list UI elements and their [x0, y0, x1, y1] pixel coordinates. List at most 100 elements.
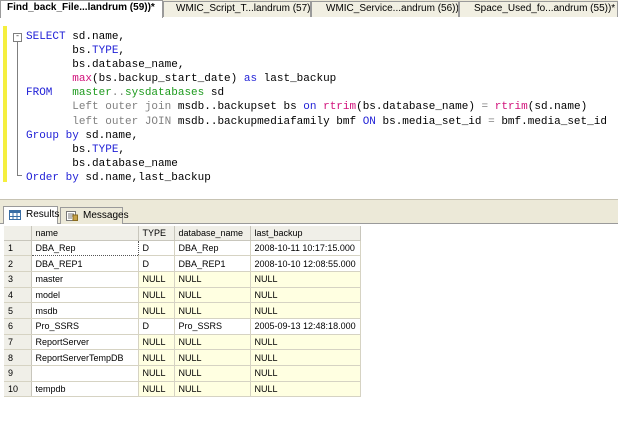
table-row[interactable]: 2 DBA_REP1 D DBA_REP1 2008-10-10 12:08:5…	[4, 255, 361, 272]
cell-type[interactable]: D	[138, 240, 175, 257]
tab-messages[interactable]: Messages	[60, 207, 129, 224]
cell-last-backup[interactable]: 2008-10-11 10:17:15.000	[250, 240, 361, 257]
cell-type[interactable]: D	[138, 318, 175, 335]
results-grid-area[interactable]: name TYPE database_name last_backup 1 DB…	[0, 224, 618, 426]
sql-keyword: as	[243, 73, 258, 86]
sql-function: rtrim	[323, 101, 357, 114]
cell-last-backup[interactable]: NULL	[250, 365, 361, 382]
query-editor[interactable]: - SELECT sd.name, bs.TYPE, bs.database_n…	[0, 18, 618, 199]
sql-keyword: TYPE	[92, 143, 119, 156]
sql-text: (bs.database_name)	[356, 101, 482, 114]
cell-type[interactable]: NULL	[138, 381, 175, 398]
collapse-icon[interactable]: -	[13, 33, 22, 42]
cell-database-name[interactable]: NULL	[174, 302, 251, 319]
column-header-last-backup[interactable]: last_backup	[250, 226, 361, 241]
sql-text: last_backup	[257, 73, 337, 86]
cell-name[interactable]: model	[31, 287, 139, 304]
cell-type[interactable]: NULL	[138, 271, 175, 288]
cell-last-backup[interactable]: NULL	[250, 302, 361, 319]
cell-last-backup[interactable]: NULL	[250, 271, 361, 288]
table-row[interactable]: 1 DBA_Rep D DBA_Rep 2008-10-11 10:17:15.…	[4, 239, 361, 257]
row-number[interactable]: 7	[4, 334, 32, 351]
row-number[interactable]: 2	[4, 255, 32, 272]
cell-name[interactable]	[31, 365, 139, 382]
sql-indent	[26, 116, 72, 128]
cell-database-name[interactable]: NULL	[174, 381, 251, 398]
code-line-8: Group by sd.name,	[26, 129, 607, 143]
cell-name[interactable]: DBA_Rep	[30, 239, 139, 257]
cell-type[interactable]: NULL	[138, 334, 175, 351]
row-number[interactable]: 4	[4, 287, 32, 304]
sql-text: bs.database_name	[26, 157, 178, 170]
sql-text: bmf.media_set_id	[494, 115, 607, 128]
cell-type[interactable]: NULL	[138, 302, 175, 319]
tab-find-back-file[interactable]: Find_back_File...landrum (59))*	[0, 0, 163, 18]
results-tab-bar: Results Messages	[0, 205, 618, 225]
cell-name[interactable]: master	[31, 271, 139, 288]
cell-last-backup[interactable]: 2005-09-13 12:48:18.000	[250, 318, 361, 335]
sql-system-object: master	[72, 87, 112, 100]
tab-space-used[interactable]: Space_Used_fo...andrum (55))*	[459, 1, 618, 17]
cell-last-backup[interactable]: NULL	[250, 287, 361, 304]
cell-type[interactable]: NULL	[138, 349, 175, 366]
table-row[interactable]: 7 ReportServer NULL NULL NULL	[4, 334, 361, 351]
cell-type[interactable]: NULL	[138, 365, 175, 382]
cell-database-name[interactable]: NULL	[174, 349, 251, 366]
tab-messages-label: Messages	[83, 210, 129, 221]
cell-last-backup[interactable]: 2008-10-10 12:08:55.000	[250, 255, 361, 272]
cell-database-name[interactable]: DBA_Rep	[174, 240, 251, 257]
code-line-10: bs.database_name	[26, 157, 607, 171]
row-number[interactable]: 8	[4, 349, 32, 366]
row-number[interactable]: 6	[4, 318, 32, 335]
cell-type[interactable]: NULL	[138, 287, 175, 304]
table-row[interactable]: 3 master NULL NULL NULL	[4, 271, 361, 288]
results-grid[interactable]: name TYPE database_name last_backup 1 DB…	[4, 226, 361, 398]
sql-keyword: TYPE	[92, 45, 119, 58]
sql-indent	[26, 101, 72, 113]
row-number[interactable]: 5	[4, 302, 32, 319]
row-number[interactable]: 3	[4, 271, 32, 288]
tab-results[interactable]: Results	[3, 206, 59, 225]
column-header-database-name[interactable]: database_name	[174, 226, 251, 241]
sql-keyword: Group by	[26, 129, 79, 142]
sql-code[interactable]: SELECT sd.name, bs.TYPE, bs.database_nam…	[26, 30, 607, 185]
cell-name[interactable]: DBA_REP1	[31, 255, 139, 272]
cell-last-backup[interactable]: NULL	[250, 334, 361, 351]
row-number[interactable]: 10	[4, 381, 32, 398]
table-row[interactable]: 8 ReportServerTempDB NULL NULL NULL	[4, 349, 361, 366]
cell-type[interactable]: D	[138, 255, 175, 272]
grid-corner[interactable]	[4, 226, 32, 241]
cell-database-name[interactable]: NULL	[174, 271, 251, 288]
cell-last-backup[interactable]: NULL	[250, 381, 361, 398]
cell-database-name[interactable]: Pro_SSRS	[174, 318, 251, 335]
cell-database-name[interactable]: NULL	[174, 287, 251, 304]
sql-text: bs.	[26, 143, 93, 156]
cell-database-name[interactable]: NULL	[174, 365, 251, 382]
column-header-type[interactable]: TYPE	[138, 226, 175, 241]
table-row[interactable]: 9 NULL NULL NULL	[4, 365, 361, 382]
cell-database-name[interactable]: DBA_REP1	[174, 255, 251, 272]
cell-name[interactable]: ReportServer	[31, 334, 139, 351]
cell-name[interactable]: tempdb	[31, 381, 139, 398]
grid-header-row: name TYPE database_name last_backup	[4, 226, 361, 241]
cell-last-backup[interactable]: NULL	[250, 349, 361, 366]
cell-database-name[interactable]: NULL	[174, 334, 251, 351]
sql-keyword: SELECT	[26, 31, 66, 43]
tab-wmic-script[interactable]: WMIC_Script_T...landrum (57))	[163, 1, 311, 17]
cell-name[interactable]: ReportServerTempDB	[31, 349, 139, 366]
sql-text: msdb..backupmediafamily bmf	[171, 115, 363, 128]
code-line-1: SELECT sd.name,	[26, 30, 607, 44]
sql-text: (sd.name)	[527, 101, 588, 114]
table-row[interactable]: 4 model NULL NULL NULL	[4, 287, 361, 304]
table-row[interactable]: 10 tempdb NULL NULL NULL	[4, 381, 361, 398]
tab-wmic-service[interactable]: WMIC_Service...andrum (56))*	[311, 1, 459, 17]
cell-name[interactable]: Pro_SSRS	[31, 318, 139, 335]
cell-name[interactable]: msdb	[31, 302, 139, 319]
table-row[interactable]: 6 Pro_SSRS D Pro_SSRS 2005-09-13 12:48:1…	[4, 318, 361, 335]
row-number[interactable]: 9	[4, 365, 32, 382]
row-number[interactable]: 1	[4, 240, 32, 257]
column-header-name[interactable]: name	[31, 226, 139, 241]
code-line-11: Order by sd.name,last_backup	[26, 171, 607, 185]
table-row[interactable]: 5 msdb NULL NULL NULL	[4, 302, 361, 319]
